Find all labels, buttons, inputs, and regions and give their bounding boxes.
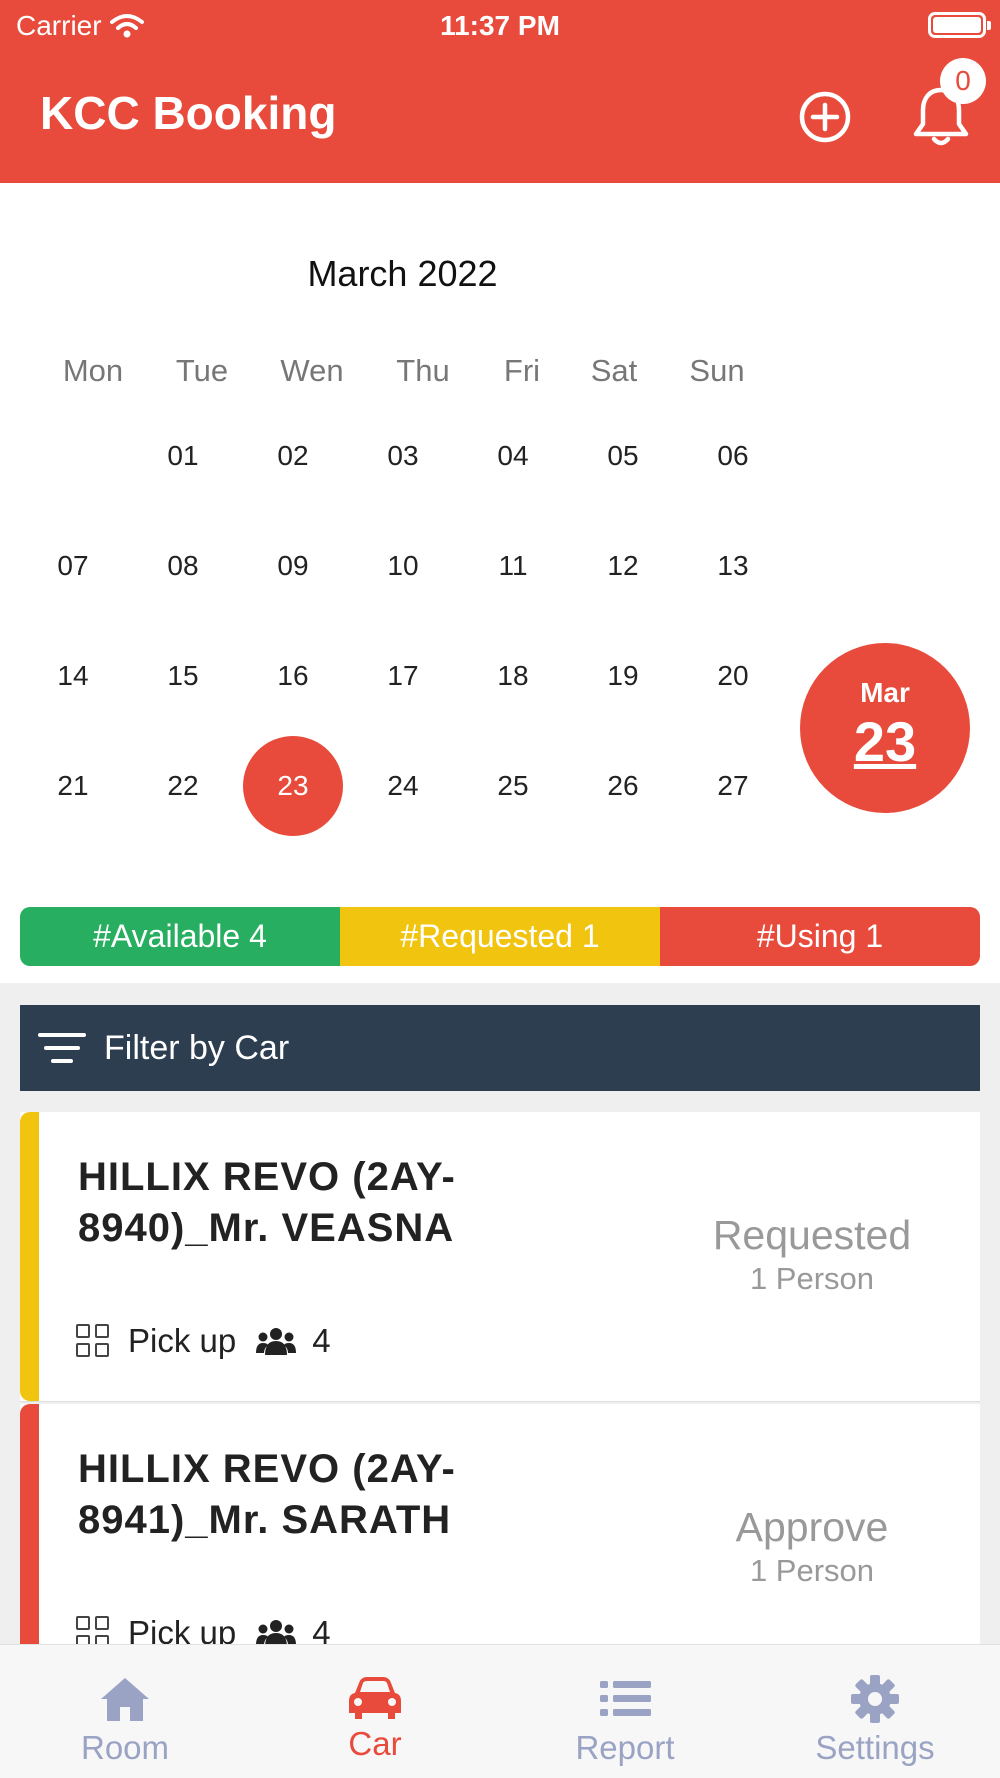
tab-label: Room (80, 1729, 170, 1766)
weekday-label: Sun (689, 353, 745, 388)
list-icon (600, 1681, 651, 1716)
booking-meta: Pick up 4 (76, 1614, 331, 1644)
calendar-day[interactable]: 26 (568, 770, 678, 802)
calendar-day[interactable]: 14 (18, 660, 128, 692)
calendar-day[interactable]: 18 (458, 660, 568, 692)
booking-status: Requested 1 Person (672, 1212, 952, 1297)
tab-label: Settings (815, 1729, 935, 1766)
page-title: KCC Booking (40, 87, 337, 139)
booking-persons: 1 Person (749, 1261, 875, 1296)
booking-list: HILLIX REVO (2AY-8940)_Mr. VEASNA Pick u… (20, 1112, 980, 1644)
today-badge-day: 23 (853, 710, 917, 773)
tab-room[interactable]: Room (0, 1645, 250, 1778)
grid-icon (76, 1324, 110, 1358)
booking-card[interactable]: HILLIX REVO (2AY-8941)_Mr. SARATH Pick u… (20, 1404, 980, 1644)
status-available[interactable]: #Available 4 (20, 907, 340, 966)
calendar-day[interactable]: 12 (568, 550, 678, 582)
add-booking-button[interactable] (798, 90, 852, 144)
calendar-day[interactable]: 02 (238, 440, 348, 472)
calendar-day[interactable]: 13 (678, 550, 788, 582)
weekday-label: Tue (175, 353, 229, 388)
calendar-day[interactable]: 27 (678, 770, 788, 802)
people-icon (256, 1328, 297, 1355)
calendar-day[interactable]: 06 (678, 440, 788, 472)
people-icon (256, 1620, 297, 1644)
calendar-day[interactable]: 24 (348, 770, 458, 802)
calendar-day[interactable]: 09 (238, 550, 348, 582)
today-badge-month: Mar (860, 677, 910, 708)
app-header: Carrier 11:37 PM KCC Booking 0 (0, 0, 1000, 183)
status-time: 11:37 PM (440, 10, 560, 41)
filter-by-car-button[interactable]: Filter by Car (20, 1005, 980, 1091)
booking-status-label: Requested (712, 1212, 912, 1258)
calendar-day[interactable]: 19 (568, 660, 678, 692)
calendar-day[interactable]: 20 (678, 660, 788, 692)
calendar-day[interactable]: 16 (238, 660, 348, 692)
tab-settings[interactable]: Settings (750, 1645, 1000, 1778)
calendar-day[interactable]: 04 (458, 440, 568, 472)
booking-car-title: HILLIX REVO (2AY-8941)_Mr. SARATH (78, 1447, 456, 1542)
booking-type: Pick up (128, 1614, 237, 1644)
calendar-day[interactable]: 07 (18, 550, 128, 582)
booking-status: Approve 1 Person (672, 1504, 952, 1589)
status-summary-bar: #Available 4 #Requested 1 #Using 1 (20, 907, 980, 966)
calendar: March 2022 Mon Tue Wen Thu Fri Sat Sun 0… (0, 183, 1000, 983)
booking-seats: 4 (312, 1322, 331, 1359)
booking-status-stripe (20, 1404, 39, 1644)
filter-label: Filter by Car (104, 1028, 290, 1067)
calendar-day[interactable]: 01 (128, 440, 238, 472)
calendar-day[interactable]: 25 (458, 770, 568, 802)
booking-card[interactable]: HILLIX REVO (2AY-8940)_Mr. VEASNA Pick u… (20, 1112, 980, 1402)
booking-seats: 4 (312, 1614, 331, 1644)
booking-type: Pick up (128, 1322, 237, 1359)
calendar-month-title: March 2022 (307, 253, 498, 294)
tab-label: Car (348, 1725, 402, 1762)
calendar-day[interactable]: 10 (348, 550, 458, 582)
calendar-day[interactable]: 05 (568, 440, 678, 472)
gear-icon (851, 1675, 899, 1723)
tab-car[interactable]: Car (250, 1645, 500, 1778)
tab-report[interactable]: Report (500, 1645, 750, 1778)
car-icon (349, 1677, 401, 1719)
battery-icon (928, 12, 991, 38)
home-icon (101, 1678, 149, 1721)
filter-icon (38, 1031, 86, 1065)
grid-icon (76, 1616, 110, 1644)
booking-persons: 1 Person (749, 1553, 875, 1588)
calendar-day[interactable]: 08 (128, 550, 238, 582)
booking-status-stripe (20, 1112, 39, 1401)
booking-meta: Pick up 4 (76, 1322, 331, 1360)
bottom-tab-bar: Room Car Report Settings (0, 1644, 1000, 1778)
notification-badge: 0 (940, 58, 986, 104)
weekday-label: Mon (62, 353, 124, 388)
weekday-label: Thu (396, 353, 450, 388)
status-using[interactable]: #Using 1 (660, 907, 980, 966)
calendar-day[interactable]: 17 (348, 660, 458, 692)
calendar-day[interactable]: 22 (128, 770, 238, 802)
booking-status-label: Approve (735, 1504, 889, 1550)
tab-label: Report (575, 1729, 675, 1766)
status-requested[interactable]: #Requested 1 (340, 907, 660, 966)
calendar-day[interactable]: 11 (458, 550, 568, 582)
calendar-day-selected[interactable]: 23 (238, 770, 348, 802)
calendar-day[interactable]: 21 (18, 770, 128, 802)
calendar-day[interactable]: 03 (348, 440, 458, 472)
booking-car-title: HILLIX REVO (2AY-8940)_Mr. VEASNA (78, 1155, 456, 1250)
calendar-day[interactable]: 15 (128, 660, 238, 692)
weekday-label: Sat (590, 353, 638, 388)
weekday-label: Wen (280, 353, 344, 388)
today-badge[interactable]: Mar 23 (800, 643, 970, 813)
